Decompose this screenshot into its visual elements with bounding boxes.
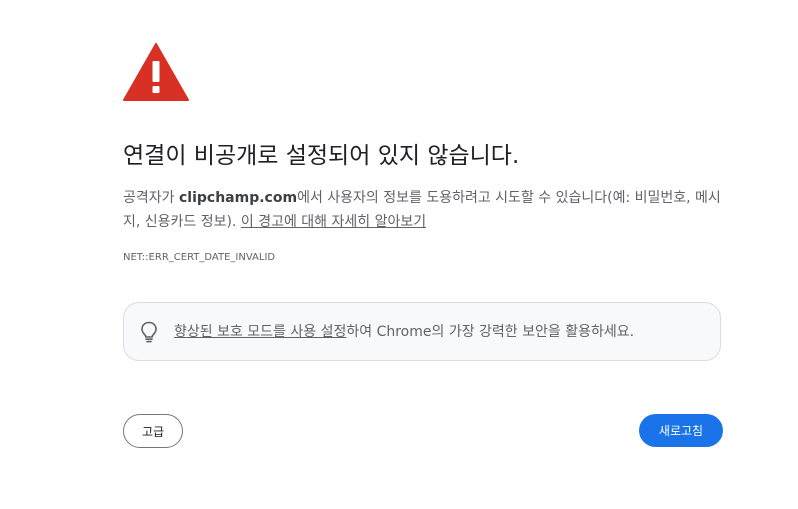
interstitial-page: 연결이 비공개로 설정되어 있지 않습니다. 공격자가 clipchamp.co… (0, 0, 798, 509)
error-code: NET::ERR_CERT_DATE_INVALID (123, 252, 276, 263)
explanation-text: 공격자가 clipchamp.com에서 사용자의 정보를 도용하려고 시도할 … (123, 186, 723, 234)
page-title: 연결이 비공개로 설정되어 있지 않습니다. (123, 143, 520, 169)
site-domain: clipchamp.com (178, 190, 298, 206)
warning-triangle-icon (123, 43, 189, 101)
reload-button[interactable]: 새로고침 (639, 414, 723, 447)
lightbulb-icon (141, 321, 157, 343)
explanation-prefix: 공격자가 (123, 190, 179, 206)
enhanced-protection-promo: 향상된 보호 모드를 사용 설정하여 Chrome의 가장 강력한 보안을 활용… (123, 302, 721, 361)
promo-description: 하여 Chrome의 가장 강력한 보안을 활용하세요. (346, 324, 635, 340)
enable-enhanced-protection-link[interactable]: 향상된 보호 모드를 사용 설정 (174, 324, 346, 340)
advanced-button[interactable]: 고급 (123, 414, 183, 448)
promo-text: 향상된 보호 모드를 사용 설정하여 Chrome의 가장 강력한 보안을 활용… (174, 321, 634, 343)
learn-more-link[interactable]: 이 경고에 대해 자세히 알아보기 (241, 214, 426, 230)
